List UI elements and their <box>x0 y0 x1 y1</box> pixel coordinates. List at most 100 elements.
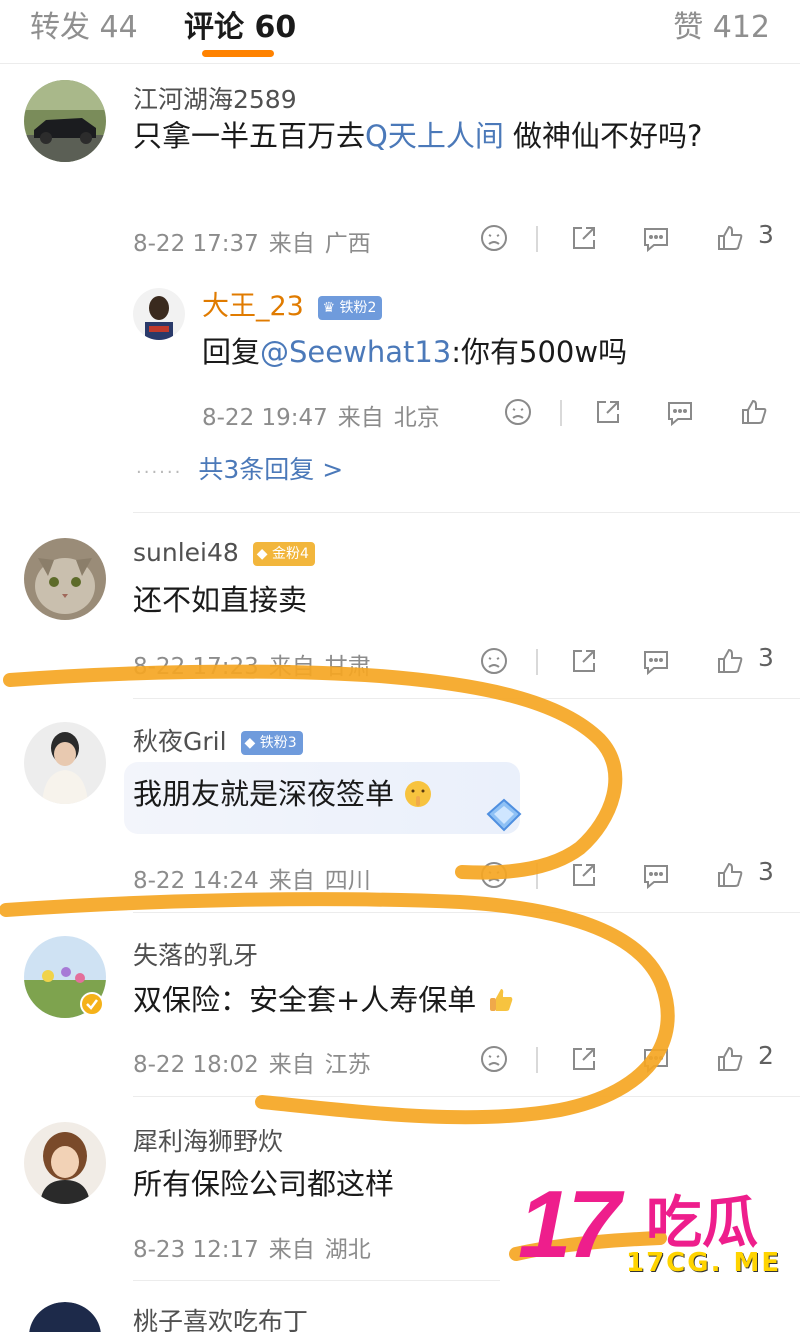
thumbs-up-emoji-icon <box>489 989 512 1011</box>
like-count: 2 <box>758 1041 774 1070</box>
from-label: 来自 <box>337 405 384 431</box>
comment-meta: 8-23 12:17 来自 湖北 <box>133 1230 381 1264</box>
shush-emoji-icon <box>405 781 432 807</box>
username[interactable]: 江河湖海2589 <box>133 80 297 116</box>
watermark-cjk: 吃瓜 <box>646 1191 758 1256</box>
comment-actions: 3 <box>470 218 800 258</box>
comment-text: 我朋友就是深夜签单 <box>133 772 753 817</box>
tab-bar: 转发 44 评论 60 赞 412 <box>0 0 800 64</box>
comment-meta: 8-22 18:02 来自 江苏 <box>133 1045 381 1079</box>
watermark-number: 17 <box>518 1171 621 1278</box>
divider <box>133 1280 500 1281</box>
dislike-icon[interactable] <box>474 218 514 258</box>
reply-text: 回复@Seewhat13:你有500w吗 <box>202 330 762 375</box>
diamond-sticker-icon <box>486 798 522 832</box>
username[interactable]: sunlei48 ◆ 金粉4 <box>133 538 315 567</box>
comment-meta: 8-22 14:24 来自 四川 <box>133 861 381 895</box>
avatar[interactable] <box>24 80 106 162</box>
comment-location: 四川 <box>324 868 371 894</box>
comment-location: 甘肃 <box>324 654 371 680</box>
like-count: 3 <box>758 857 774 886</box>
comment-text: 还不如直接卖 <box>133 583 308 617</box>
comment-text-body: 我朋友就是深夜签单 <box>133 777 395 811</box>
like-icon[interactable] <box>710 855 750 895</box>
avatar[interactable] <box>24 538 106 620</box>
like-icon[interactable] <box>734 392 774 432</box>
username-text: sunlei48 <box>133 538 239 567</box>
comment-location: 湖北 <box>324 1237 371 1263</box>
reply-icon[interactable] <box>636 855 676 895</box>
share-icon[interactable] <box>564 218 604 258</box>
dots-icon: ······ <box>136 462 183 483</box>
comment-text-body: 双保险：安全套+人寿保单 <box>133 983 477 1017</box>
more-replies-link[interactable]: ······ 共3条回复 > <box>136 450 343 486</box>
like-count: 3 <box>758 643 774 672</box>
avatar[interactable] <box>24 722 106 804</box>
dislike-icon[interactable] <box>474 641 514 681</box>
active-tab-indicator <box>202 50 274 57</box>
dislike-icon[interactable] <box>474 1039 514 1079</box>
comment-text: 只拿一半五百万去Q天上人间 做神仙不好吗? <box>133 114 753 159</box>
reply-icon[interactable] <box>660 392 700 432</box>
comment-date: 8-23 12:17 <box>133 1237 259 1263</box>
avatar[interactable] <box>24 1302 106 1332</box>
reply-username[interactable]: 大王_23 ♛ 铁粉2 <box>202 284 383 323</box>
watermark-domain: 17CG. ME <box>626 1248 782 1278</box>
from-label: 来自 <box>268 868 315 894</box>
actions-divider <box>536 863 538 889</box>
username[interactable]: 犀利海狮野炊 <box>133 1122 283 1158</box>
like-icon[interactable] <box>710 218 750 258</box>
reply-meta: 8-22 19:47 来自 北京 <box>202 398 450 432</box>
divider <box>133 912 800 913</box>
like-icon[interactable] <box>710 641 750 681</box>
tab-reposts[interactable]: 转发 44 <box>30 2 138 46</box>
comment-date: 8-22 17:23 <box>133 654 259 680</box>
dislike-icon[interactable] <box>474 855 514 895</box>
tab-comments[interactable]: 评论 60 <box>184 2 296 46</box>
like-icon[interactable] <box>710 1039 750 1079</box>
comment-text-part: 做神仙不好吗? <box>503 119 703 153</box>
share-icon[interactable] <box>564 641 604 681</box>
reply-icon[interactable] <box>636 218 676 258</box>
comment-location: 广西 <box>324 231 371 257</box>
topic-link[interactable]: Q天上人间 <box>365 119 504 153</box>
from-label: 来自 <box>268 654 315 680</box>
mention-link[interactable]: @Seewhat13 <box>260 335 451 369</box>
dislike-icon[interactable] <box>498 392 538 432</box>
comment-actions: 2 <box>470 1039 800 1079</box>
comment-location: 江苏 <box>324 1052 371 1078</box>
comment-text: 双保险：安全套+人寿保单 <box>133 978 753 1023</box>
comment-date: 8-22 17:37 <box>133 231 259 257</box>
share-icon[interactable] <box>564 1039 604 1079</box>
divider <box>133 1096 800 1097</box>
actions-divider <box>536 226 538 252</box>
like-count: 3 <box>758 220 774 249</box>
reply-actions <box>494 392 794 432</box>
actions-divider <box>560 400 562 426</box>
reply-username-text: 大王_23 <box>202 291 304 322</box>
fan-badge-label: 金粉4 <box>271 546 309 562</box>
reply-icon[interactable] <box>636 1039 676 1079</box>
reply-date: 8-22 19:47 <box>202 405 328 431</box>
actions-divider <box>536 1047 538 1073</box>
fan-badge: ♛ 铁粉2 <box>318 295 383 320</box>
reply-avatar[interactable] <box>133 288 185 340</box>
verified-icon <box>80 992 104 1016</box>
actions-divider <box>536 649 538 675</box>
avatar[interactable] <box>24 1122 106 1204</box>
share-icon[interactable] <box>564 855 604 895</box>
share-icon[interactable] <box>588 392 628 432</box>
reply-location: 北京 <box>393 405 440 431</box>
fan-badge-label: 铁粉2 <box>339 299 377 316</box>
reply-text-body: :你有500w吗 <box>451 335 628 369</box>
username[interactable]: 秋夜Gril ◆ 铁粉3 <box>133 722 303 758</box>
comment-actions: 3 <box>470 855 800 895</box>
reply-icon[interactable] <box>636 641 676 681</box>
username[interactable]: 失落的乳牙 <box>133 936 258 972</box>
more-replies-label: 共3条回复 > <box>198 455 344 484</box>
from-label: 来自 <box>268 231 315 257</box>
tab-likes[interactable]: 赞 412 <box>673 2 770 46</box>
fan-badge: ◆ 金粉4 <box>252 542 315 566</box>
from-label: 来自 <box>268 1237 315 1263</box>
username[interactable]: 桃子喜欢吃布丁 <box>133 1302 308 1332</box>
